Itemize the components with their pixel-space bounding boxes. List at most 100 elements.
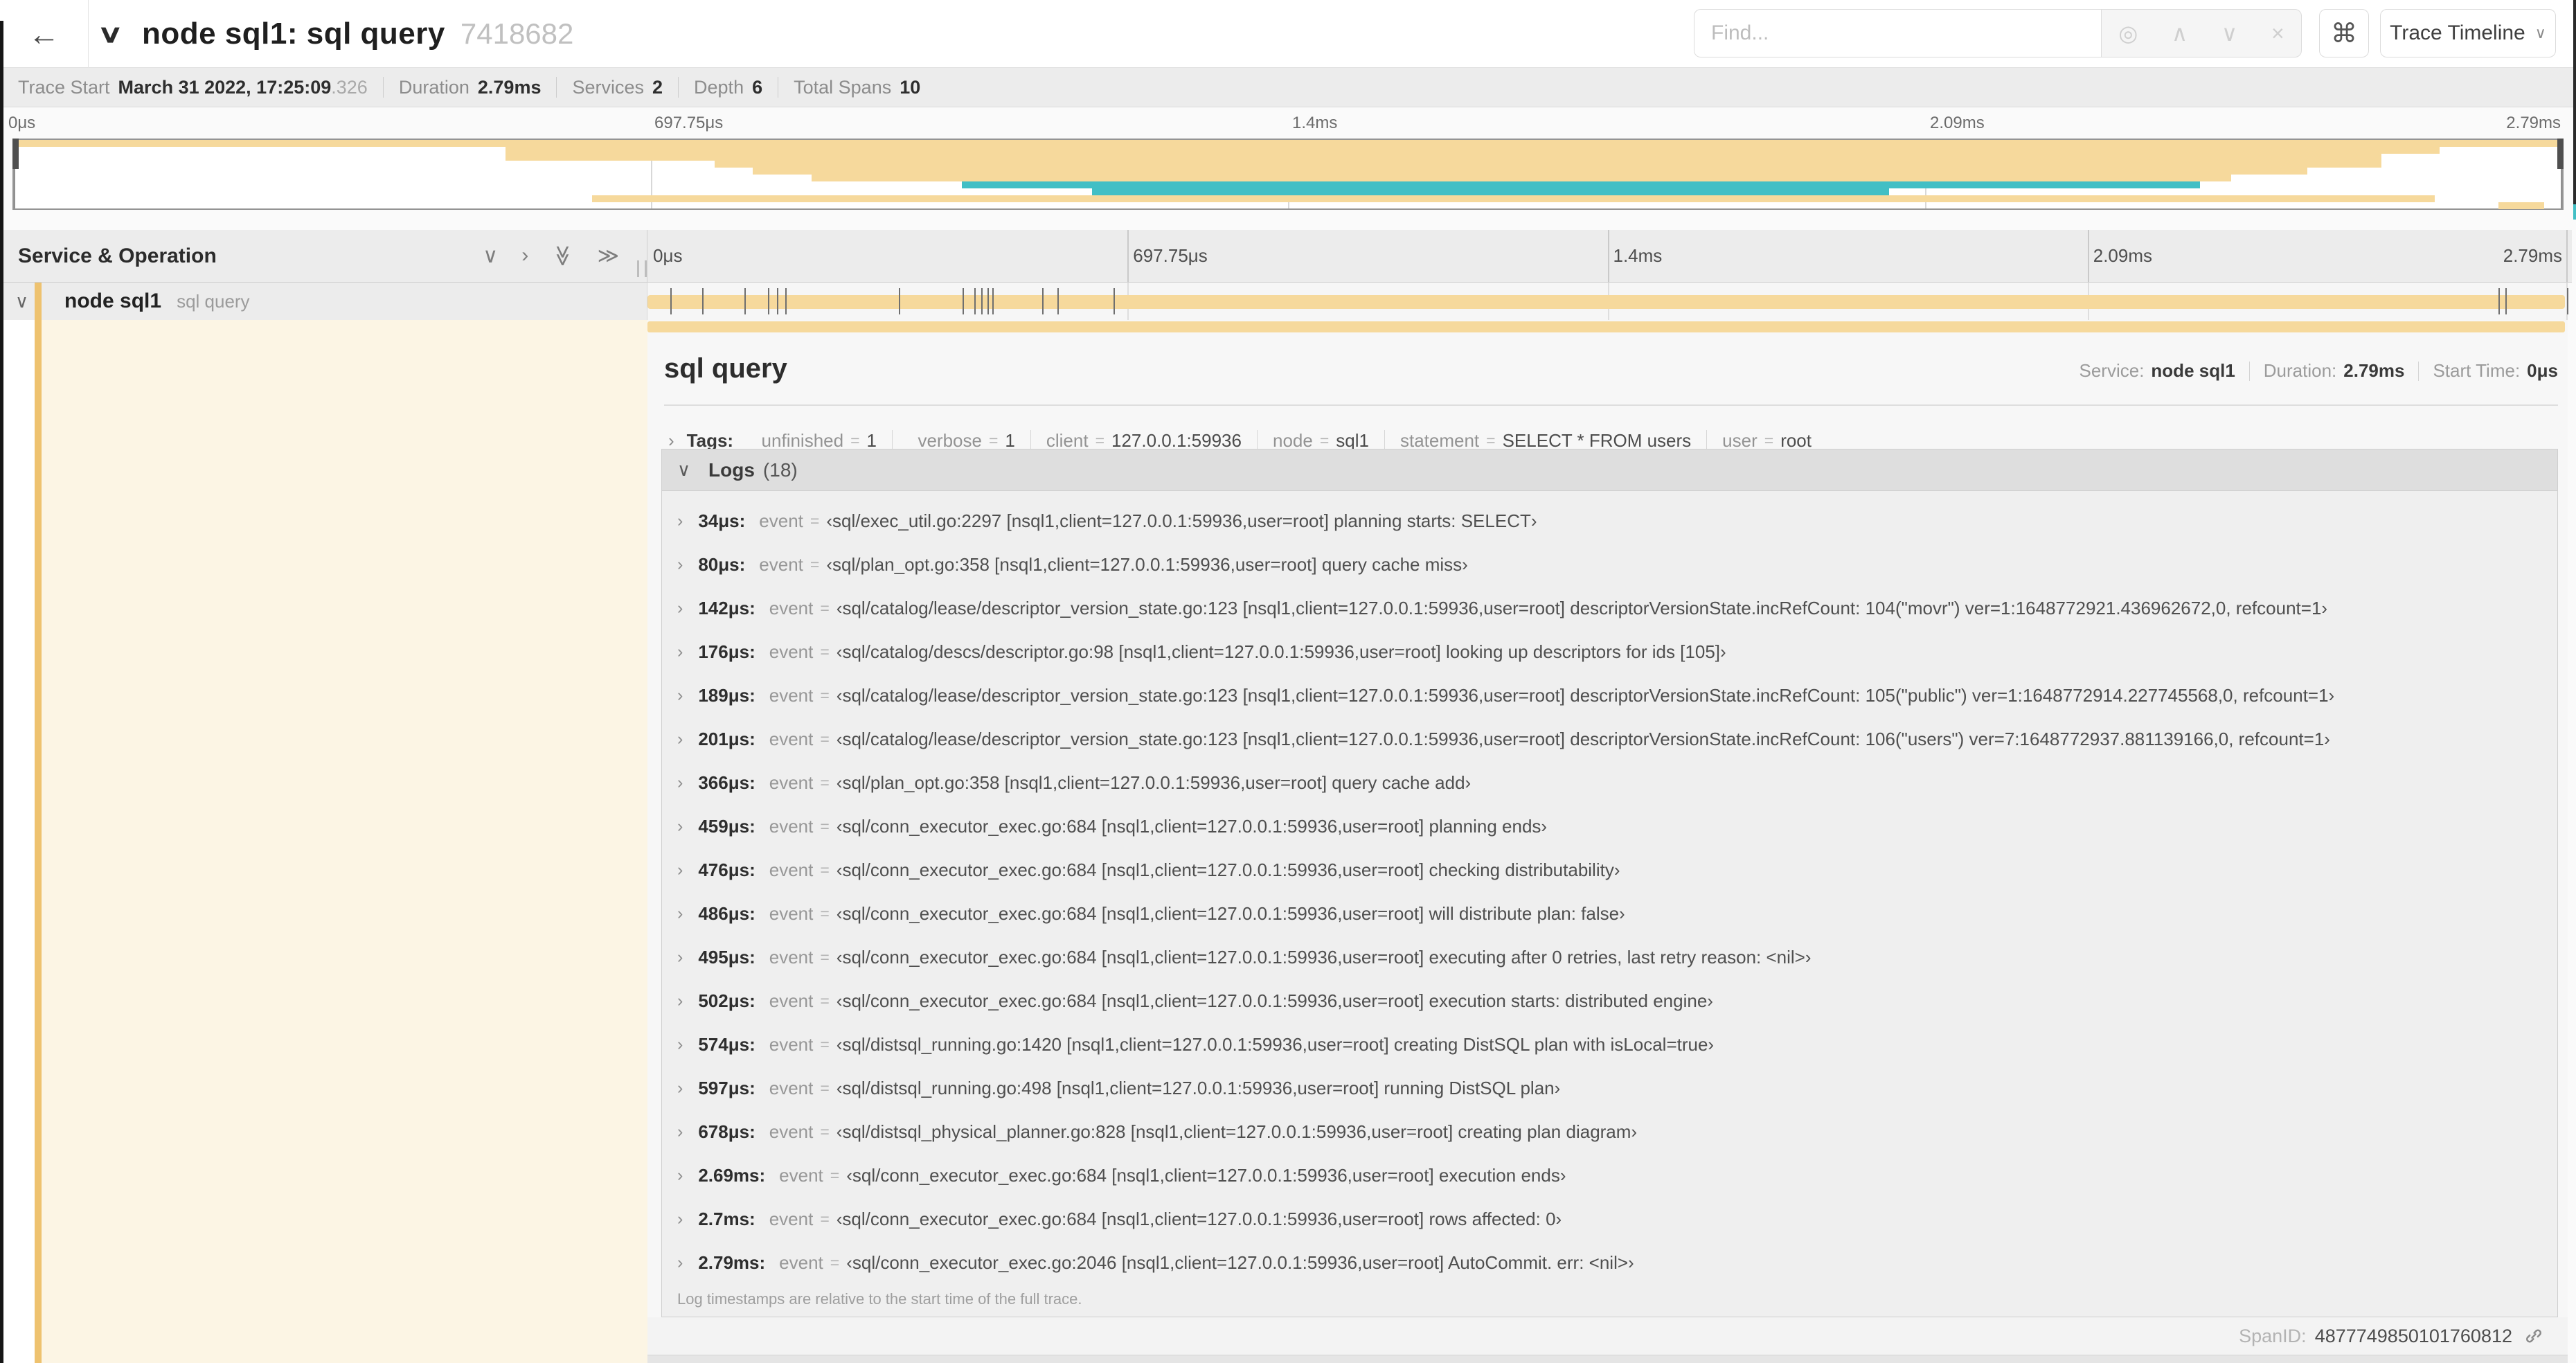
- chevron-right-icon[interactable]: ›: [677, 555, 683, 575]
- span-duration-bar[interactable]: [647, 295, 2565, 309]
- separator: [556, 77, 557, 98]
- log-row[interactable]: › 495μs: event = ‹sql/conn_executor_exec.go:…: [662, 936, 2557, 979]
- span-id-value: 4877749850101760812: [2314, 1325, 2512, 1346]
- keyboard-shortcuts-button[interactable]: ⌘: [2319, 9, 2369, 57]
- find-next-icon[interactable]: ∨: [2221, 20, 2237, 46]
- chevron-right-icon[interactable]: ›: [677, 1122, 683, 1142]
- chevron-right-icon[interactable]: ›: [677, 686, 683, 706]
- tags-label: Tags:: [686, 429, 734, 451]
- back-button[interactable]: ←: [0, 0, 89, 68]
- chevron-right-icon[interactable]: ›: [677, 1209, 683, 1229]
- trace-collapse-toggle[interactable]: ∨: [97, 0, 123, 68]
- service-operation-title: Service & Operation: [18, 244, 217, 267]
- log-row[interactable]: › 678μs: event = ‹sql/distsql_physical_plann…: [662, 1110, 2557, 1154]
- log-row[interactable]: › 142μs: event = ‹sql/catalog/lease/descript…: [662, 587, 2557, 630]
- chevron-right-icon[interactable]: ›: [677, 991, 683, 1011]
- log-value: ‹sql/conn_executor_exec.go:2046 [nsql1,c…: [846, 1252, 1634, 1273]
- log-timestamp: 366μs:: [698, 772, 755, 793]
- collapse-one-icon[interactable]: ∨: [483, 244, 498, 268]
- log-row[interactable]: › 2.79ms: event = ‹sql/conn_executor_exec.go…: [662, 1241, 2557, 1285]
- chevron-right-icon[interactable]: ›: [677, 729, 683, 749]
- chevron-down-icon: ∨: [97, 19, 124, 48]
- chevron-right-icon[interactable]: ›: [677, 598, 683, 618]
- log-row[interactable]: › 176μs: event = ‹sql/catalog/descs/descript…: [662, 630, 2557, 674]
- log-row[interactable]: › 34μs: event = ‹sql/exec_util.go:2297 [nsql…: [662, 499, 2557, 543]
- separator: [1030, 430, 1031, 451]
- separator: [678, 77, 679, 98]
- chevron-right-icon[interactable]: ›: [677, 1078, 683, 1098]
- span-operation-name: sql query: [177, 290, 250, 312]
- span-timeline-cell[interactable]: [647, 283, 2568, 320]
- log-row[interactable]: › 486μs: event = ‹sql/conn_executor_exec.go:…: [662, 892, 2557, 936]
- trace-info-label: Duration: [398, 76, 469, 98]
- equals-sign: =: [820, 686, 830, 704]
- log-value: ‹sql/conn_executor_exec.go:684 [nsql1,cl…: [836, 903, 1625, 924]
- equals-sign: =: [820, 948, 830, 966]
- page-title: node sql1: sql query: [142, 17, 445, 51]
- find-clear-icon[interactable]: ×: [2271, 21, 2284, 46]
- log-row[interactable]: › 2.7ms: event = ‹sql/conn_executor_exec.go:…: [662, 1197, 2557, 1241]
- chevron-right-icon[interactable]: ›: [677, 1035, 683, 1055]
- collapse-all-icon[interactable]: ≫: [551, 245, 575, 267]
- logs-footer-note: Log timestamps are relative to the start…: [677, 1290, 1082, 1308]
- tag-value: 127.0.0.1:59936: [1111, 429, 1242, 451]
- log-value: ‹sql/conn_executor_exec.go:684 [nsql1,cl…: [846, 1165, 1566, 1186]
- view-selector-button[interactable]: Trace Timeline ∨: [2380, 9, 2556, 57]
- detail-meta-value: node sql1: [2151, 360, 2235, 381]
- chevron-right-icon[interactable]: ›: [677, 511, 683, 531]
- detail-meta: Service: node sql1 Duration: 2.79ms Start Ti…: [2079, 360, 2559, 382]
- chevron-right-icon[interactable]: ›: [677, 773, 683, 793]
- trace-info-bar: Trace Start March 31 2022, 17:25:09.326 Du…: [0, 68, 2576, 107]
- equals-sign: =: [830, 1166, 840, 1184]
- minimap-span-bar: [506, 147, 2440, 154]
- chevron-right-icon[interactable]: ›: [677, 1166, 683, 1186]
- log-row[interactable]: › 459μs: event = ‹sql/conn_executor_exec.go:…: [662, 805, 2557, 848]
- log-key: event: [779, 1165, 823, 1186]
- span-name-cell[interactable]: ∨ node sql1 sql query: [0, 283, 647, 320]
- timeline-ruler: 0μs 697.75μs 1.4ms 2.09ms 2.79ms: [647, 230, 2568, 282]
- link-icon[interactable]: [2523, 1326, 2544, 1346]
- locate-icon[interactable]: ◎: [2118, 20, 2138, 46]
- chevron-right-icon[interactable]: ›: [677, 860, 683, 880]
- log-row[interactable]: › 502μs: event = ‹sql/conn_executor_exec.go:…: [662, 979, 2557, 1023]
- chevron-right-icon[interactable]: ›: [677, 904, 683, 924]
- span-row[interactable]: ∨ node sql1 sql query: [0, 283, 2572, 320]
- tag-key: _unfinished: [751, 429, 844, 451]
- tag-pair: _verbose = 1: [908, 430, 1015, 452]
- log-value: ‹sql/catalog/lease/descriptor_version_st…: [836, 685, 2335, 706]
- find-input[interactable]: [1694, 9, 2101, 57]
- minimap-scrubber-handle[interactable]: [12, 139, 19, 169]
- log-marker-tick: [992, 288, 994, 314]
- detail-meta-value: 0μs: [2527, 360, 2558, 381]
- log-key: event: [769, 685, 814, 706]
- expand-one-icon[interactable]: ›: [521, 244, 528, 268]
- tag-key: user: [1722, 429, 1757, 451]
- detail-meta-value: 2.79ms: [2343, 360, 2405, 381]
- trace-info-value: March 31 2022, 17:25:09: [118, 76, 332, 98]
- chevron-right-icon[interactable]: ›: [677, 1253, 683, 1273]
- log-row[interactable]: › 597μs: event = ‹sql/distsql_running.go:498…: [662, 1067, 2557, 1110]
- log-row[interactable]: › 189μs: event = ‹sql/catalog/lease/descript…: [662, 674, 2557, 718]
- chevron-right-icon[interactable]: ›: [677, 817, 683, 837]
- chevron-down-icon[interactable]: ∨: [15, 291, 28, 312]
- log-timestamp: 678μs:: [698, 1121, 755, 1142]
- chevron-right-icon[interactable]: ›: [677, 642, 683, 662]
- log-row[interactable]: › 80μs: event = ‹sql/plan_opt.go:358 [nsql1,…: [662, 543, 2557, 587]
- equals-sign: =: [810, 512, 820, 530]
- chevron-right-icon[interactable]: ›: [677, 947, 683, 968]
- log-row[interactable]: › 366μs: event = ‹sql/plan_opt.go:358 [nsql1…: [662, 761, 2557, 805]
- expand-all-icon[interactable]: ≫: [598, 244, 619, 268]
- log-row[interactable]: › 574μs: event = ‹sql/distsql_running.go:142…: [662, 1023, 2557, 1067]
- minimap-scrubber-handle[interactable]: [2557, 139, 2564, 169]
- log-row[interactable]: › 2.69ms: event = ‹sql/conn_executor_exec.go…: [662, 1154, 2557, 1197]
- find-prev-icon[interactable]: ∧: [2172, 20, 2188, 46]
- tag-value: SELECT * FROM users: [1502, 429, 1692, 451]
- logs-header[interactable]: ∨ Logs (18): [662, 449, 2557, 491]
- log-row[interactable]: › 201μs: event = ‹sql/catalog/lease/descript…: [662, 718, 2557, 761]
- trace-minimap[interactable]: [12, 139, 2564, 210]
- column-resizer-handle[interactable]: [637, 260, 647, 277]
- span-id-label: SpanID:: [2239, 1325, 2307, 1346]
- detail-meta-label: Duration:: [2263, 360, 2337, 381]
- log-row[interactable]: › 476μs: event = ‹sql/conn_executor_exec.go:…: [662, 848, 2557, 892]
- minimap-span-bar: [506, 154, 2381, 161]
